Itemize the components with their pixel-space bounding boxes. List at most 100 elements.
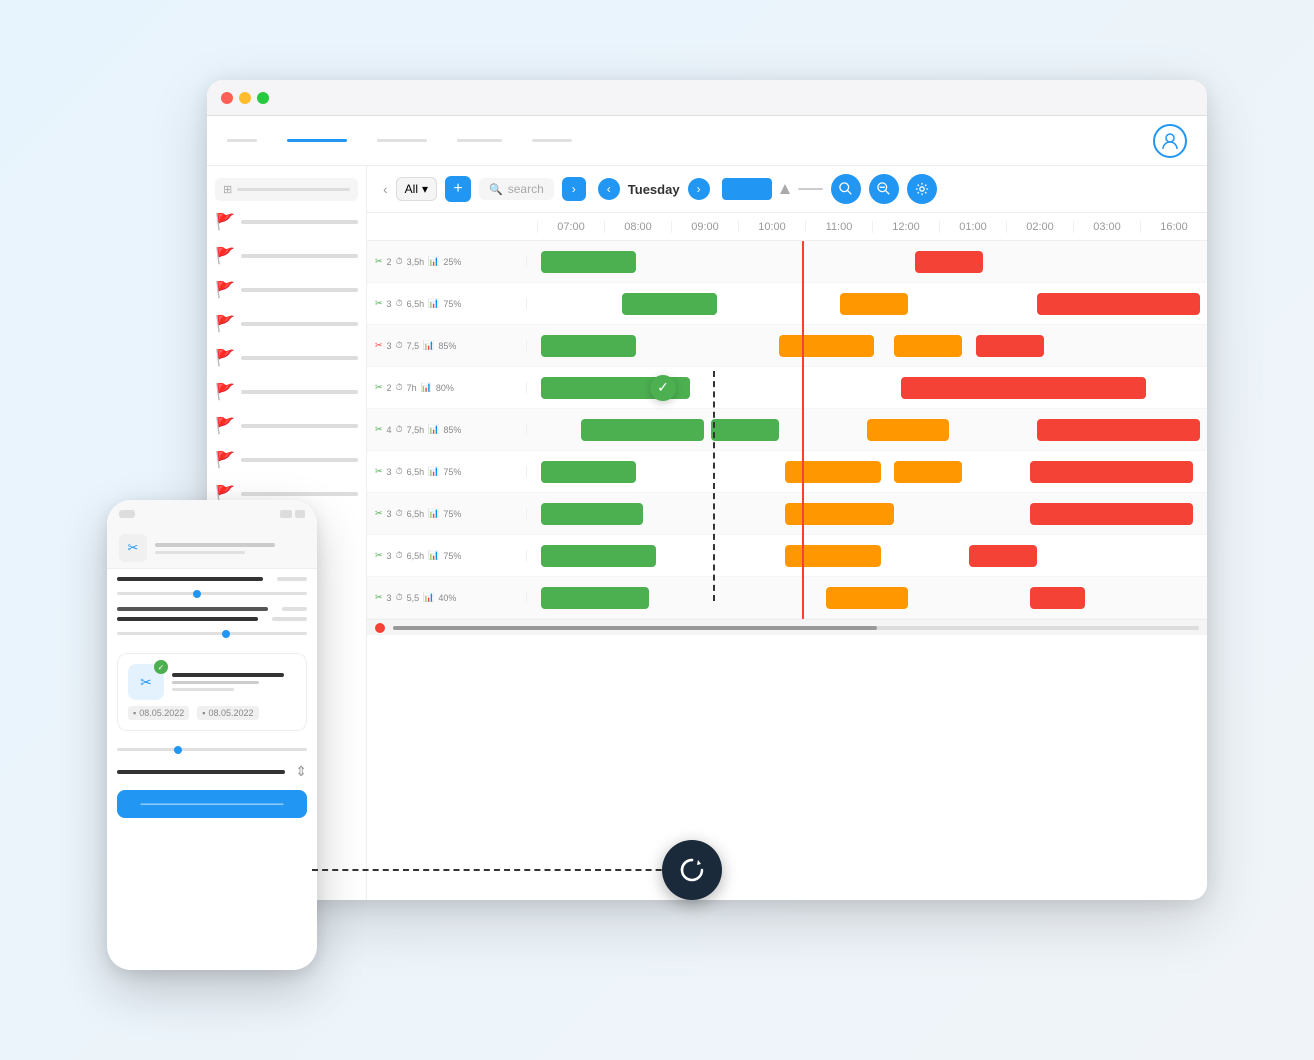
percent-9: 40% (438, 593, 456, 603)
mobile-label-1 (117, 577, 263, 581)
task-bar-5-1[interactable] (581, 419, 703, 441)
task-bar-5-3[interactable] (867, 419, 949, 441)
maximize-dot (257, 92, 269, 104)
chart-icon-7: 📊 (428, 508, 439, 519)
check-badge: ✓ (650, 375, 676, 401)
task-bar-9-3[interactable] (1030, 587, 1084, 609)
hours-6: 6,5h (407, 467, 425, 477)
sidebar-row-3: 🚩 (215, 277, 358, 303)
nav-tab-2[interactable] (287, 139, 347, 142)
timeline-cells-4: ✓ (527, 367, 1207, 409)
settings-btn[interactable] (907, 174, 937, 204)
task-bar-3-2[interactable] (779, 335, 874, 357)
zoom-out-btn[interactable] (869, 174, 899, 204)
row-meta-text-9: 3 (387, 593, 392, 603)
day-label: Tuesday (628, 182, 680, 197)
flag-icon-green-1: 🚩 (215, 212, 235, 232)
mobile-slider-row-3[interactable] (117, 745, 307, 755)
sidebar-row-6: 🚩 (215, 379, 358, 405)
add-button[interactable]: + (445, 176, 471, 202)
timeline-cells-8 (527, 535, 1207, 577)
day-prev-btn[interactable]: ‹ (598, 178, 620, 200)
scissors-icon-2: ✂ (375, 298, 383, 309)
clock-icon-1: ⏱ (396, 256, 403, 267)
row-meta-text-2: 3 (387, 299, 392, 309)
task-bar-3-4[interactable] (976, 335, 1044, 357)
task-bar-1-1[interactable] (541, 251, 636, 273)
row-meta-text-8: 3 (387, 551, 392, 561)
row-meta-text-7: 3 (387, 509, 392, 519)
task-bar-6-2[interactable] (785, 461, 880, 483)
row-meta-9: ✂ 3 ⏱ 5,5 📊 40% (367, 592, 527, 603)
hours-9: 5,5 (407, 593, 420, 603)
user-avatar[interactable] (1153, 124, 1187, 158)
task-bar-8-3[interactable] (969, 545, 1037, 567)
row-meta-4: ✂ 2 ⏱ 7h 📊 80% (367, 382, 527, 393)
task-bar-6-4[interactable] (1030, 461, 1193, 483)
mobile-header-icon: ✂ (119, 534, 147, 562)
mobile-dropdown-icon[interactable]: ⇕ (295, 763, 307, 780)
prev-btn[interactable]: ‹ (383, 181, 388, 197)
timeline-row-1: ✂ 2 ⏱ 3,5h 📊 25% (367, 241, 1207, 283)
calendar-icon-1: ▪ (133, 708, 136, 718)
time-09: 09:00 (671, 221, 738, 233)
percent-4: 80% (436, 383, 454, 393)
view-options[interactable] (780, 184, 790, 194)
sidebar-label-4 (241, 322, 358, 326)
time-11: 11:00 (805, 221, 872, 233)
task-bar-5-2[interactable] (711, 419, 779, 441)
view-button[interactable] (722, 178, 772, 200)
mobile-slider-row-2[interactable] (117, 629, 307, 639)
search-box[interactable]: 🔍 search (479, 178, 554, 200)
task-bar-9-1[interactable] (541, 587, 650, 609)
mobile-card-icon-container: ✂ ✓ (128, 664, 164, 700)
day-next-btn[interactable]: › (688, 178, 710, 200)
task-bar-3-1[interactable] (541, 335, 636, 357)
task-bar-4-2[interactable] (901, 377, 1146, 399)
scrollbar[interactable] (367, 619, 1207, 635)
mobile-label-2 (117, 607, 268, 611)
task-bar-3-3[interactable] (894, 335, 962, 357)
timeline-row-9: ✂ 3 ⏱ 5,5 📊 40% (367, 577, 1207, 619)
mobile-slider-track-2 (117, 632, 307, 635)
task-bar-2-3[interactable] (1037, 293, 1200, 315)
timeline-container: 07:00 08:00 09:00 10:00 11:00 12:00 01:0… (367, 213, 1207, 900)
zoom-in-btn[interactable] (831, 174, 861, 204)
sidebar-search-box[interactable]: ⊞ (215, 178, 358, 201)
desktop-browser: ⊞ 🚩 🚩 🚩 (207, 80, 1207, 900)
close-dot (221, 92, 233, 104)
task-bar-6-1[interactable] (541, 461, 636, 483)
sidebar-row-5: 🚩 (215, 345, 358, 371)
hours-2: 6,5h (407, 299, 425, 309)
task-bar-2-1[interactable] (622, 293, 717, 315)
toolbar-left: ‹ All ▾ + 🔍 search › (383, 176, 586, 202)
mobile-slider-thumb-1 (193, 590, 201, 598)
task-bar-5-4[interactable] (1037, 419, 1200, 441)
time-12: 12:00 (872, 221, 939, 233)
nav-tab-1 (227, 139, 257, 142)
task-bar-6-3[interactable] (894, 461, 962, 483)
mobile-action-button[interactable]: ————————————— (117, 790, 307, 818)
task-bar-8-1[interactable] (541, 545, 657, 567)
filter-select[interactable]: All ▾ (396, 177, 437, 201)
task-bar-8-2[interactable] (785, 545, 880, 567)
mobile-slider-thumb-2 (222, 630, 230, 638)
task-bar-2-2[interactable] (840, 293, 908, 315)
timeline-row-7: ✂ 3 ⏱ 6,5h 📊 75% (367, 493, 1207, 535)
task-bar-7-3[interactable] (1030, 503, 1193, 525)
mobile-slider-row-1[interactable] (117, 589, 307, 599)
mobile-footer-row-1: ⇕ (117, 763, 307, 780)
mobile-card-line-1 (172, 673, 284, 677)
task-bar-9-2[interactable] (826, 587, 908, 609)
refresh-circle[interactable] (662, 840, 722, 900)
task-bar-1-2[interactable] (915, 251, 983, 273)
search-forward-btn[interactable]: › (562, 177, 586, 201)
search-text: search (508, 182, 544, 196)
chart-icon-4: 📊 (421, 382, 432, 393)
percent-6: 75% (443, 467, 461, 477)
task-bar-7-1[interactable] (541, 503, 643, 525)
scissors-icon-6: ✂ (375, 466, 383, 477)
clock-icon-6: ⏱ (396, 466, 403, 477)
row-meta-7: ✂ 3 ⏱ 6,5h 📊 75% (367, 508, 527, 519)
timeline-cells-9 (527, 577, 1207, 619)
